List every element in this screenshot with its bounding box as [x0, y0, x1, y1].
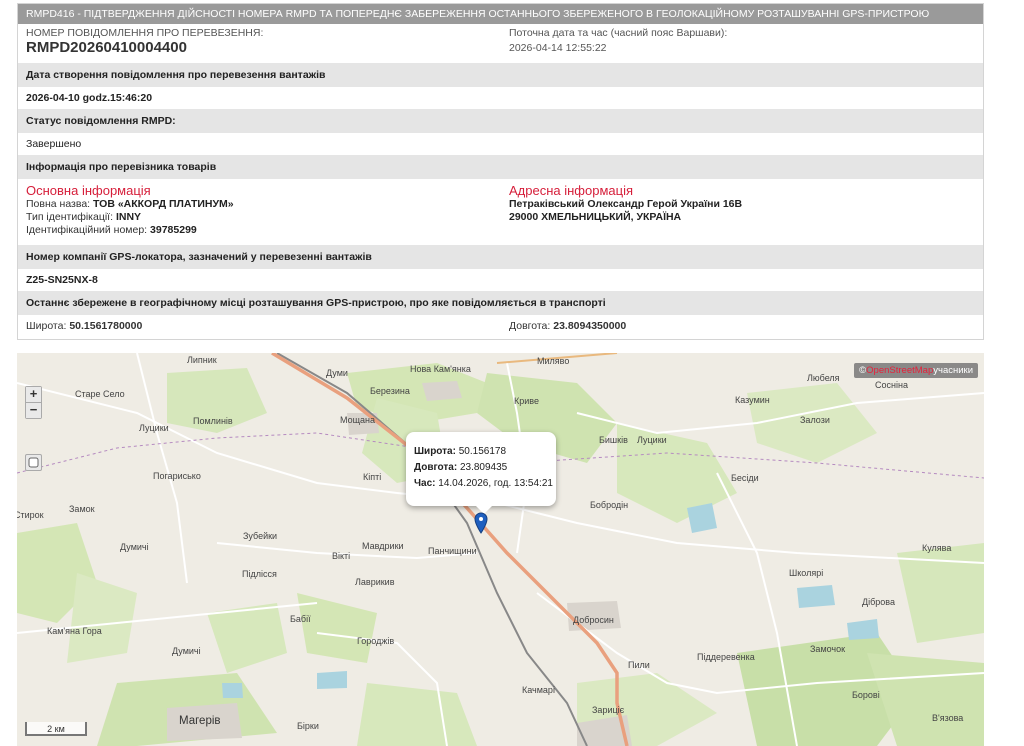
place-label: Залози	[800, 415, 830, 425]
place-label: Погарисько	[153, 471, 201, 481]
name-label: Повна назва:	[26, 198, 91, 210]
location-popup: Широта: 50.156178 Довгота: 23.809435 Час…	[406, 432, 556, 514]
zoom-out-button[interactable]: −	[26, 403, 41, 418]
idnum-label: Ідентифікаційний номер:	[26, 224, 148, 236]
map-attribution: ©OpenStreetMapучасники	[854, 363, 978, 378]
place-label: Казумин	[735, 395, 770, 405]
idtype-value: INNY	[115, 211, 142, 223]
name-value: ТОВ «АККОРД ПЛАТИНУМ»	[93, 198, 234, 210]
place-label: Луцики	[139, 423, 169, 433]
place-label: Помлинів	[193, 416, 233, 426]
attribution-rest: учасники	[933, 365, 973, 376]
idtype-label: Тип ідентифікації:	[26, 211, 114, 223]
place-label: Думичі	[120, 542, 149, 552]
place-label: Кулява	[922, 543, 952, 553]
gps-company-title: Номер компанії GPS-локатора, зазначений …	[18, 245, 983, 269]
place-label: Бишків	[599, 435, 628, 445]
created-title: Дата створення повідомлення про перевезе…	[18, 63, 983, 87]
place-label: Панчищини	[428, 546, 477, 556]
status-value: Завершено	[26, 138, 82, 150]
map-tiles	[17, 353, 984, 746]
zoom-control: + −	[25, 386, 42, 419]
place-label: Сосніна	[875, 380, 908, 390]
panel-header: RMPD416 - ПІДТВЕРДЖЕННЯ ДІЙСНОСТІ НОМЕРА…	[18, 4, 983, 24]
place-label: Вікті	[332, 551, 351, 561]
rmpd-number: RMPD20260410004400	[26, 39, 187, 56]
fullscreen-icon	[28, 457, 39, 468]
place-label: Миляво	[537, 356, 570, 366]
place-label: Замочок	[810, 644, 846, 654]
place-label: Бірки	[297, 721, 319, 731]
place-label: Піддеревенка	[697, 652, 755, 662]
place-label: Криве	[514, 396, 539, 406]
place-label: Замок	[69, 504, 95, 514]
datetime-value: 2026-04-14 12:55:22	[509, 42, 607, 54]
address-info-title: Адресна інформація	[509, 183, 634, 198]
idnum-value: 39785299	[150, 224, 197, 236]
place-label: Нова Кам'янка	[410, 364, 471, 374]
place-label: В'язова	[932, 713, 964, 723]
place-label: Думи	[326, 368, 348, 378]
lat-value: 50.1561780000	[69, 320, 143, 332]
fullscreen-button[interactable]	[25, 454, 42, 471]
place-label: Підлісся	[242, 569, 277, 579]
place-label: Бобродін	[590, 500, 629, 510]
place-label: Добросин	[573, 615, 614, 625]
place-label: Кіпті	[363, 472, 382, 482]
place-label: Луцики	[637, 435, 667, 445]
place-label: Бесіди	[731, 473, 759, 483]
popup-time-label: Час:	[414, 478, 436, 489]
popup-lon-label: Довгота:	[414, 462, 458, 473]
place-label: Липник	[187, 355, 217, 365]
popup-time-value: 14.04.2026, год. 13:54:21	[438, 478, 553, 489]
place-label: Старе Село	[75, 389, 125, 399]
last-location-title: Останнє збережене в географічному місці …	[18, 291, 983, 315]
place-label: Березина	[370, 386, 410, 396]
place-label: Магерів	[179, 715, 221, 727]
place-label: Бабії	[290, 614, 311, 624]
coordinates-row: Широта: 50.1561780000 Довгота: 23.809435…	[18, 315, 983, 337]
popup-lon-value: 23.809435	[459, 462, 508, 473]
lat-label: Широта:	[26, 320, 67, 332]
zoom-in-button[interactable]: +	[26, 387, 41, 403]
place-label: Мощана	[340, 415, 375, 425]
place-label: Качмарі	[522, 685, 555, 695]
osm-link[interactable]: OpenStreetMap	[866, 365, 933, 376]
place-label: Зариціє	[592, 705, 625, 715]
carrier-title: Інформація про перевізника товарів	[18, 155, 983, 179]
lon-label: Довгота:	[509, 320, 551, 332]
address-line2: 29000 ХМЕЛЬНИЦЬКИЙ, УКРАЇНА	[509, 211, 682, 223]
gps-company-value: Z25-SN25NX-8	[26, 274, 98, 286]
popup-lat-label: Широта:	[414, 446, 456, 457]
address-line1: Петраківський Олександр Герой України 16…	[509, 198, 743, 210]
number-label: НОМЕР ПОВІДОМЛЕННЯ ПРО ПЕРЕВЕЗЕННЯ:	[26, 27, 264, 39]
place-label: Пили	[628, 660, 650, 670]
place-label: Лаврикив	[355, 577, 395, 587]
map-scale: 2 км	[25, 722, 87, 736]
rmpd-info-panel: RMPD416 - ПІДТВЕРДЖЕННЯ ДІЙСНОСТІ НОМЕРА…	[17, 3, 984, 340]
location-marker-icon[interactable]	[474, 512, 488, 534]
number-row: НОМЕР ПОВІДОМЛЕННЯ ПРО ПЕРЕВЕЗЕННЯ: RMPD…	[18, 24, 983, 63]
place-label: Стирок	[17, 510, 44, 520]
map-view[interactable]: Липник Миляво Думи Нова Кам'янка Березин…	[17, 353, 984, 746]
lon-value: 23.8094350000	[553, 320, 627, 332]
place-label: Мавдрики	[362, 541, 404, 551]
datetime-label: Поточна дата та час (часний пояс Варшави…	[509, 27, 728, 39]
place-label: Думичі	[172, 646, 201, 656]
status-title: Статус повідомлення RMPD:	[18, 109, 983, 133]
place-label: Зубейки	[243, 531, 278, 541]
place-label: Діброва	[862, 597, 895, 607]
place-label: Городжів	[357, 636, 395, 646]
created-value: 2026-04-10 godz.15:46:20	[26, 92, 153, 104]
place-label: Любеля	[807, 373, 840, 383]
place-label: Кам'яна Гора	[47, 626, 102, 636]
basic-info-title: Основна інформація	[26, 183, 151, 198]
carrier-details: Основна інформація Повна назва: ТОВ «АКК…	[18, 179, 983, 245]
place-label: Школярі	[789, 568, 824, 578]
popup-lat-value: 50.156178	[458, 446, 507, 457]
place-label: Борові	[852, 690, 880, 700]
